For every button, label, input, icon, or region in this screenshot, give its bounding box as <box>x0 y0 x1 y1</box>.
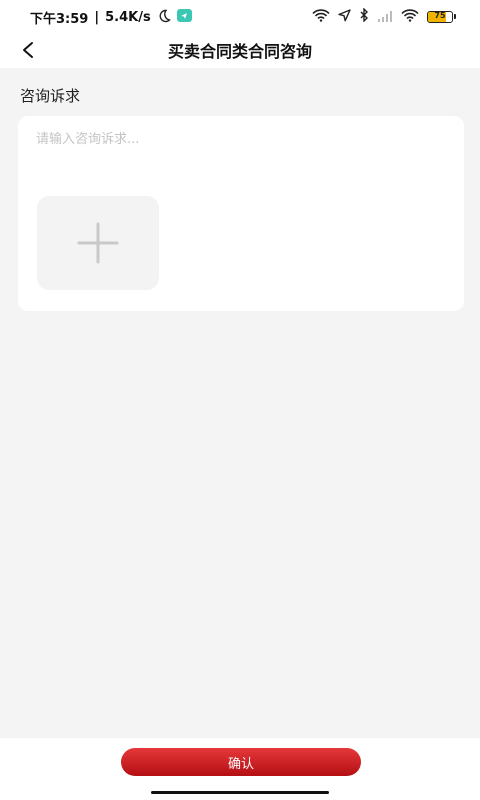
moon-icon <box>157 9 171 27</box>
wifi-icon-secondary <box>401 7 419 26</box>
request-card <box>18 116 464 311</box>
wifi-icon <box>312 7 330 26</box>
consult-request-input[interactable] <box>36 128 446 188</box>
home-indicator[interactable] <box>151 791 329 794</box>
status-left: 下午3:59 | 5.4K/s <box>30 8 192 27</box>
cellular-signal-icon <box>377 7 393 26</box>
bottom-bar: 确认 <box>0 738 480 800</box>
nav-bar: 买卖合同类合同咨询 <box>0 32 480 68</box>
status-net-speed: 5.4K/s <box>105 10 151 25</box>
battery-tip <box>454 14 456 19</box>
add-image-button[interactable] <box>37 196 159 290</box>
status-right: 75 <box>312 7 456 26</box>
consult-request-label: 咨询诉求 <box>20 87 81 105</box>
confirm-button[interactable]: 确认 <box>121 748 361 776</box>
plus-icon <box>77 222 119 264</box>
battery-level: 75 <box>434 10 446 20</box>
status-time: 下午3:59 <box>30 12 89 27</box>
battery-icon: 75 <box>427 10 453 23</box>
app-notification-icon <box>176 9 192 26</box>
status-bar: 下午3:59 | 5.4K/s 75 <box>0 0 480 32</box>
bluetooth-icon <box>359 7 369 26</box>
location-arrow-icon <box>338 7 351 26</box>
page: 下午3:59 | 5.4K/s 75 买卖合同类合同咨询 咨询诉求 请输入咨询诉… <box>0 0 480 800</box>
page-title: 买卖合同类合同咨询 <box>167 42 312 61</box>
status-separator: | <box>94 10 100 25</box>
